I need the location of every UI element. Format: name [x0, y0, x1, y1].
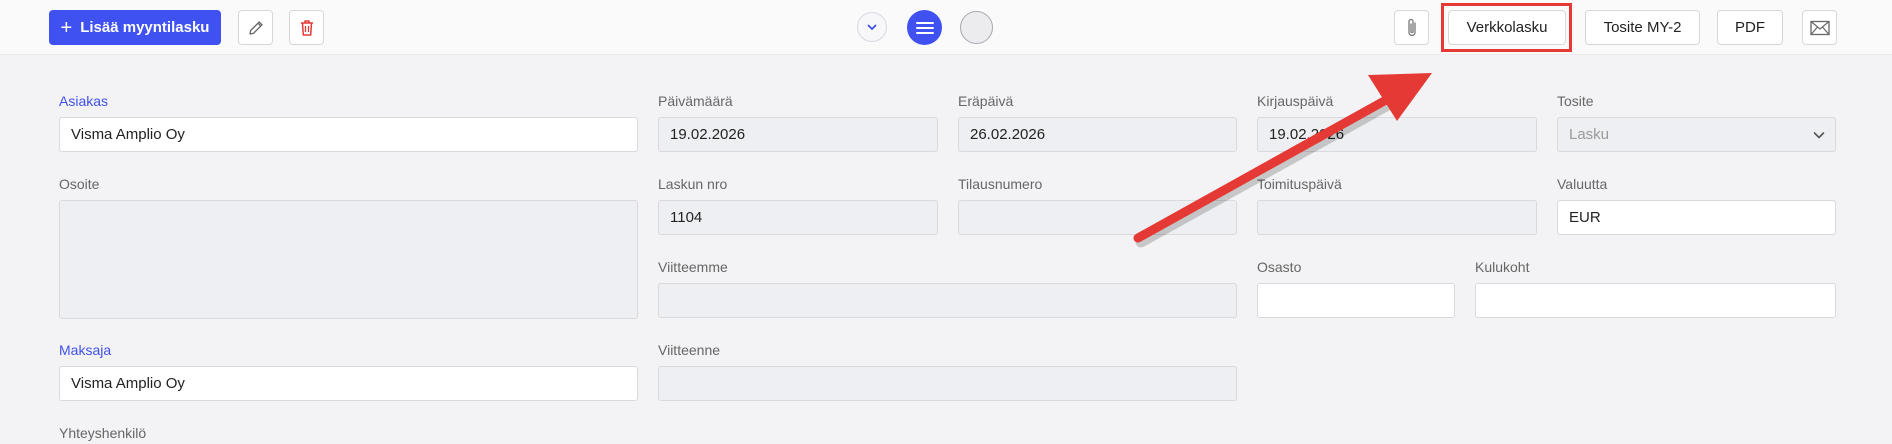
voucher-button[interactable]: Tosite MY-2: [1585, 10, 1700, 45]
date-field[interactable]: 19.02.2026: [658, 117, 938, 152]
trash-icon: [300, 19, 313, 36]
invoice-no-field[interactable]: 1104: [658, 200, 938, 235]
chevron-down-icon: [1813, 132, 1825, 139]
paperclip-icon: [1407, 18, 1416, 36]
payer-label: Maksaja: [59, 342, 112, 358]
menu-icon: [915, 21, 934, 34]
your-reference-field[interactable]: [658, 366, 1237, 401]
invoice-no-label: Laskun nro: [658, 176, 728, 192]
toolbar: + Lisää myyntilasku Verkkolasku Tosite M…: [0, 0, 1892, 55]
your-reference-label: Viitteenne: [658, 342, 721, 358]
pencil-icon: [248, 20, 263, 35]
chevron-down-icon: [867, 24, 877, 30]
add-sales-invoice-label: Lisää myyntilasku: [80, 19, 210, 36]
add-sales-invoice-button[interactable]: + Lisää myyntilasku: [49, 10, 221, 45]
menu-button[interactable]: [907, 10, 942, 45]
attachment-button[interactable]: [1394, 10, 1429, 45]
customer-field[interactable]: Visma Amplio Oy: [59, 117, 638, 152]
voucher-type-value: Lasku: [1569, 126, 1610, 143]
customer-label: Asiakas: [59, 93, 109, 109]
delete-button[interactable]: [289, 10, 324, 45]
voucher-type-label: Tosite: [1557, 93, 1594, 109]
due-date-value: 26.02.2026: [970, 126, 1046, 143]
address-label: Osoite: [59, 176, 100, 192]
pdf-button[interactable]: PDF: [1717, 10, 1783, 45]
currency-field[interactable]: EUR: [1557, 200, 1836, 235]
plus-icon: +: [60, 16, 73, 39]
order-no-field[interactable]: [958, 200, 1237, 235]
voucher-type-select[interactable]: Lasku: [1557, 117, 1836, 152]
payer-value: Visma Amplio Oy: [71, 375, 185, 392]
order-no-label: Tilausnumero: [958, 176, 1043, 192]
customer-value: Visma Amplio Oy: [71, 126, 185, 143]
envelope-icon: [1809, 20, 1830, 35]
expand-button[interactable]: [857, 12, 887, 42]
status-indicator[interactable]: [960, 11, 993, 44]
due-date-field[interactable]: 26.02.2026: [958, 117, 1237, 152]
cost-center-field[interactable]: [1475, 283, 1836, 318]
email-button[interactable]: [1802, 10, 1837, 45]
booking-date-value: 19.02.2026: [1269, 126, 1345, 143]
payer-field[interactable]: Visma Amplio Oy: [59, 366, 638, 401]
our-reference-field[interactable]: [658, 283, 1237, 318]
date-value: 19.02.2026: [670, 126, 746, 143]
department-field[interactable]: [1257, 283, 1455, 318]
einvoice-label: Verkkolasku: [1466, 19, 1548, 36]
pdf-label: PDF: [1735, 19, 1765, 36]
contact-person-label: Yhteyshenkilö: [59, 425, 147, 441]
booking-date-label: Kirjauspäivä: [1257, 93, 1334, 109]
delivery-date-label: Toimituspäivä: [1257, 176, 1342, 192]
currency-label: Valuutta: [1557, 176, 1608, 192]
voucher-label: Tosite MY-2: [1603, 19, 1682, 36]
date-label: Päivämäärä: [658, 93, 733, 109]
delivery-date-field[interactable]: [1257, 200, 1537, 235]
edit-button[interactable]: [238, 10, 273, 45]
booking-date-field[interactable]: 19.02.2026: [1257, 117, 1537, 152]
due-date-label: Eräpäivä: [958, 93, 1014, 109]
our-reference-label: Viitteemme: [658, 259, 728, 275]
address-field[interactable]: [59, 200, 638, 319]
currency-value: EUR: [1569, 209, 1601, 226]
department-label: Osasto: [1257, 259, 1302, 275]
einvoice-button[interactable]: Verkkolasku: [1448, 10, 1566, 45]
invoice-no-value: 1104: [670, 209, 703, 226]
cost-center-label: Kulukoht: [1475, 259, 1530, 275]
